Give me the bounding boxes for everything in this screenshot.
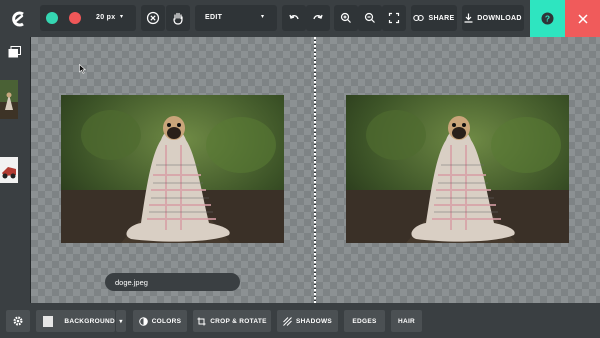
link-icon bbox=[413, 14, 425, 22]
shadows-icon bbox=[283, 316, 292, 326]
colors-label: COLORS bbox=[151, 317, 182, 325]
brush-size-value[interactable]: 20 px bbox=[96, 14, 115, 21]
brush-group: 20 px ▾ bbox=[40, 5, 136, 31]
gear-icon bbox=[13, 316, 23, 326]
chevron-down-icon[interactable]: ▾ bbox=[120, 13, 123, 20]
help-button[interactable]: ? bbox=[530, 0, 565, 37]
top-toolbar: 20 px ▾ EDIT ▾ SHARE DOWNLOAD ? bbox=[0, 0, 600, 37]
original-photo bbox=[61, 95, 284, 243]
redo-icon bbox=[313, 14, 323, 20]
crop-rotate-button[interactable]: CROP & ROTATE bbox=[193, 310, 271, 332]
settings-button[interactable] bbox=[6, 310, 30, 332]
background-button[interactable]: BACKGROUND bbox=[36, 310, 115, 332]
crop-rotate-label: CROP & ROTATE bbox=[210, 317, 267, 325]
fit-button[interactable] bbox=[382, 5, 406, 31]
shadows-button[interactable]: SHADOWS bbox=[277, 310, 338, 332]
bottom-toolbar: BACKGROUND ▾ COLORS CROP & ROTATE SHADOW… bbox=[0, 303, 600, 338]
background-dropdown[interactable]: ▾ bbox=[116, 310, 126, 332]
cancel-button[interactable] bbox=[141, 5, 165, 31]
download-label: DOWNLOAD bbox=[477, 14, 522, 22]
image-thumbnail[interactable] bbox=[0, 80, 18, 119]
canvas-divider[interactable] bbox=[314, 37, 316, 303]
hand-icon bbox=[173, 12, 183, 25]
undo-icon bbox=[289, 14, 299, 20]
image-thumbnail[interactable] bbox=[0, 157, 18, 183]
fit-icon bbox=[388, 12, 400, 24]
zoom-in-icon bbox=[340, 12, 351, 23]
hair-label: HAIR bbox=[397, 317, 416, 325]
undo-button[interactable] bbox=[282, 5, 306, 31]
background-swatch bbox=[43, 315, 54, 327]
close-button[interactable] bbox=[565, 0, 600, 37]
logo-icon[interactable] bbox=[0, 0, 37, 37]
crop-icon bbox=[197, 317, 206, 325]
edges-button[interactable]: EDGES bbox=[344, 310, 385, 332]
colors-button[interactable]: COLORS bbox=[133, 310, 187, 332]
zoom-in-button[interactable] bbox=[334, 5, 358, 31]
file-name-label: doge.jpeg bbox=[105, 273, 240, 291]
chevron-down-icon: ▾ bbox=[119, 318, 123, 325]
mouse-cursor-icon bbox=[79, 61, 87, 79]
zoom-out-icon bbox=[364, 12, 375, 23]
left-rail bbox=[0, 37, 31, 303]
svg-text:?: ? bbox=[545, 14, 550, 24]
share-button[interactable]: SHARE bbox=[411, 5, 457, 31]
download-button[interactable]: DOWNLOAD bbox=[462, 5, 524, 31]
share-label: SHARE bbox=[428, 14, 455, 22]
edges-label: EDGES bbox=[352, 317, 377, 325]
contrast-icon bbox=[138, 316, 148, 326]
close-icon bbox=[577, 13, 588, 24]
mode-label: EDIT bbox=[205, 14, 223, 21]
hand-button[interactable] bbox=[166, 5, 190, 31]
remove-dot-icon[interactable] bbox=[69, 12, 81, 24]
result-photo bbox=[346, 95, 569, 243]
hair-button[interactable]: HAIR bbox=[391, 310, 422, 332]
download-icon bbox=[464, 13, 473, 23]
cancel-icon bbox=[146, 11, 160, 25]
chevron-down-icon: ▾ bbox=[261, 14, 265, 20]
keep-dot-icon[interactable] bbox=[46, 12, 58, 24]
gallery-icon[interactable] bbox=[8, 45, 21, 63]
help-icon: ? bbox=[541, 12, 554, 25]
redo-button[interactable] bbox=[306, 5, 330, 31]
shadows-label: SHADOWS bbox=[295, 317, 333, 325]
background-label: BACKGROUND bbox=[64, 317, 115, 325]
mode-select[interactable]: EDIT ▾ bbox=[195, 5, 277, 31]
zoom-out-button[interactable] bbox=[358, 5, 382, 31]
